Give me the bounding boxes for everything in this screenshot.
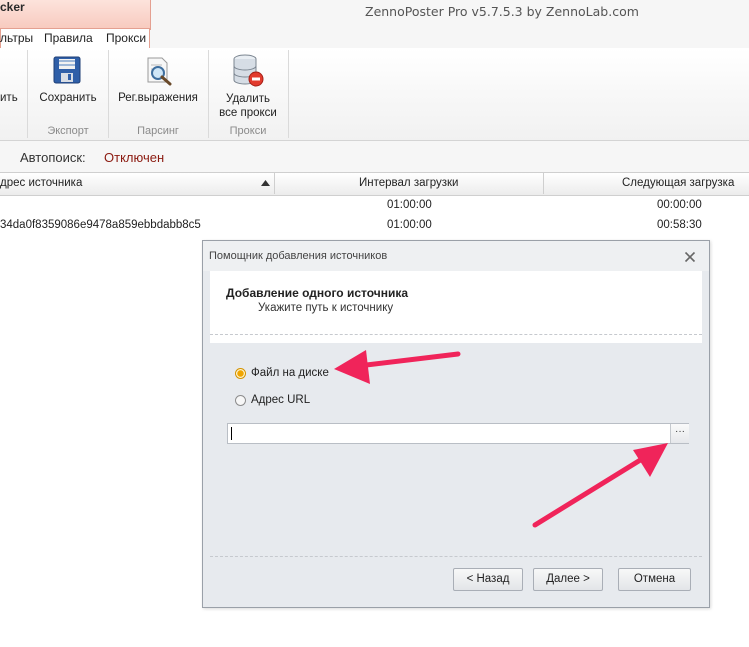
- regex-button[interactable]: Рег.выражения: [109, 50, 207, 124]
- autosearch-label: Автопоиск:: [20, 150, 86, 165]
- row-next-load: 00:00:00: [657, 199, 702, 211]
- option-file-on-disk[interactable]: Файл на диске: [233, 365, 363, 383]
- window-title: ZennoPoster Pro v5.7.5.3 by ZennoLab.com: [365, 4, 639, 19]
- search-document-icon: [147, 57, 172, 86]
- menu-item-proxy[interactable]: Прокси: [106, 31, 146, 45]
- autosearch-value: Отключен: [104, 150, 165, 165]
- close-icon[interactable]: [684, 251, 696, 263]
- group-label-parsing: Парсинг: [137, 125, 179, 137]
- text-cursor: [231, 427, 232, 440]
- sort-ascending-icon: [261, 180, 270, 186]
- radio-file-on-disk[interactable]: [235, 368, 246, 379]
- ribbon-separator: [27, 50, 28, 138]
- column-divider[interactable]: [543, 172, 544, 194]
- dialog-divider: [210, 334, 702, 335]
- radio-url[interactable]: [235, 395, 246, 406]
- column-header-source-address[interactable]: дрес источника: [0, 177, 82, 189]
- column-divider[interactable]: [274, 172, 275, 194]
- row-load-interval: 01:00:00: [387, 219, 432, 231]
- row-source-address: 34da0f8359086e9478a859ebbdabb8c5: [0, 219, 201, 231]
- regex-button-label: Рег.выражения: [118, 92, 198, 104]
- app-tab-label: cker: [0, 0, 25, 14]
- ribbon-partial-button[interactable]: ить: [0, 92, 18, 104]
- app-tab[interactable]: cker: [0, 0, 151, 30]
- option-url[interactable]: Адрес URL: [233, 392, 343, 410]
- table-row[interactable]: 34da0f8359086e9478a859ebbdabb8c5 01:00:0…: [0, 216, 749, 236]
- database-remove-icon: [233, 54, 264, 87]
- option-file-on-disk-label: Файл на диске: [251, 367, 329, 379]
- dialog-title: Помощник добавления источников: [209, 250, 388, 262]
- next-button[interactable]: Далее >: [533, 568, 603, 591]
- group-label-proxy: Прокси: [229, 125, 267, 137]
- remove-all-proxies-label: Удалить все прокси: [219, 93, 277, 119]
- menu-item-filters[interactable]: льтры: [0, 31, 33, 45]
- back-button[interactable]: < Назад: [453, 568, 523, 591]
- dialog-subheading: Укажите путь к источнику: [258, 302, 394, 314]
- save-button-label: Сохранить: [39, 92, 97, 104]
- column-header-next-load[interactable]: Следующая загрузка: [622, 177, 734, 189]
- cancel-button[interactable]: Отмена: [618, 568, 691, 591]
- dialog-heading: Добавление одного источника: [226, 286, 409, 300]
- row-load-interval: 01:00:00: [387, 199, 432, 211]
- floppy-disk-icon: [53, 56, 81, 84]
- save-button[interactable]: Сохранить: [29, 50, 107, 124]
- source-path-input[interactable]: [227, 423, 689, 444]
- menu-item-rules[interactable]: Правила: [44, 31, 93, 45]
- ribbon-separator: [288, 50, 289, 138]
- group-label-export: Экспорт: [47, 125, 89, 137]
- dialog-divider: [210, 556, 702, 557]
- remove-all-proxies-button[interactable]: Удалить все прокси: [209, 50, 287, 124]
- browse-button[interactable]: ···: [670, 424, 689, 443]
- row-next-load: 00:58:30: [657, 219, 702, 231]
- column-header-load-interval[interactable]: Интервал загрузки: [359, 177, 458, 189]
- add-source-wizard-dialog: Помощник добавления источников Добавлени…: [202, 240, 710, 608]
- option-url-label: Адрес URL: [251, 394, 311, 406]
- table-row[interactable]: 01:00:00 00:00:00: [0, 196, 749, 216]
